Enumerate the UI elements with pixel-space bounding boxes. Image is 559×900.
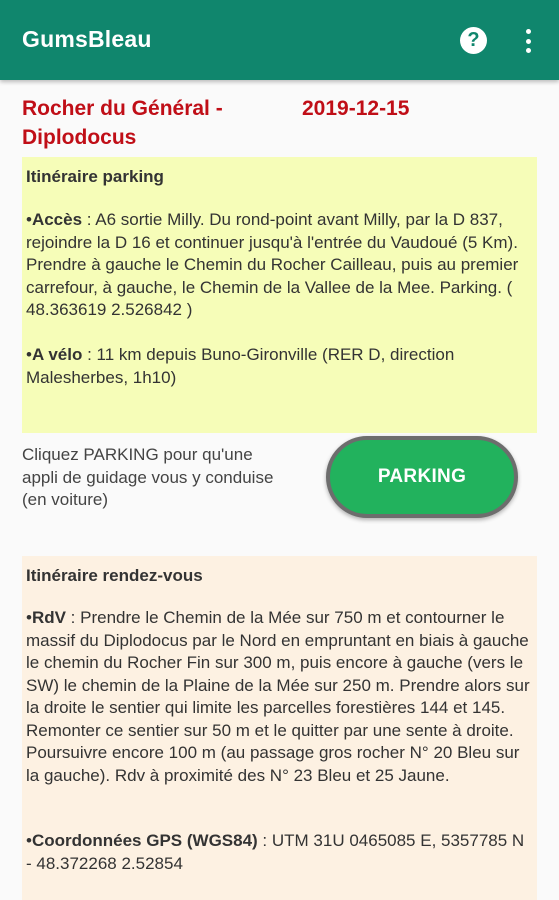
rdv-itinerary-panel: Itinéraire rendez-vous •RdV : Prendre le… (22, 556, 537, 900)
access-text: : A6 sortie Milly. Du rond-point avant M… (26, 210, 519, 319)
parking-section-title: Itinéraire parking (26, 167, 164, 186)
parking-itinerary-panel: Itinéraire parking •Accès : A6 sortie Mi… (22, 157, 537, 433)
app-title: GumsBleau (22, 26, 152, 52)
rdv-paragraph: •RdV : Prendre le Chemin de la Mée sur 7… (26, 608, 530, 785)
rdv-text: : Prendre le Chemin de la Mée sur 750 m … (26, 608, 530, 785)
bike-text: : 11 km depuis Buno-Gironville (RER D, d… (26, 345, 455, 387)
access-label: Accès (31, 210, 83, 229)
help-icon[interactable]: ? (460, 27, 487, 54)
site-name: Rocher du Général - Diplodocus (22, 97, 223, 149)
parking-button[interactable]: PARKING (326, 436, 518, 518)
more-options-icon[interactable] (520, 26, 536, 56)
app-bar: GumsBleau ? (0, 0, 559, 80)
access-paragraph: •Accès : A6 sortie Milly. Du rond-point … (26, 210, 519, 319)
gps-label: Coordonnées GPS (WGS84) (31, 831, 258, 850)
site-date: 2019-12-15 (302, 97, 410, 120)
rdv-label: RdV (31, 608, 66, 627)
bike-label: A vélo (31, 345, 83, 364)
gps-paragraph: •Coordonnées GPS (WGS84) : UTM 31U 04650… (26, 831, 525, 873)
parking-hint: Cliquez PARKING pour qu'une appli de gui… (22, 445, 274, 509)
bike-paragraph: •A vélo : 11 km depuis Buno-Gironville (… (26, 345, 455, 387)
rdv-section-title: Itinéraire rendez-vous (26, 566, 203, 585)
